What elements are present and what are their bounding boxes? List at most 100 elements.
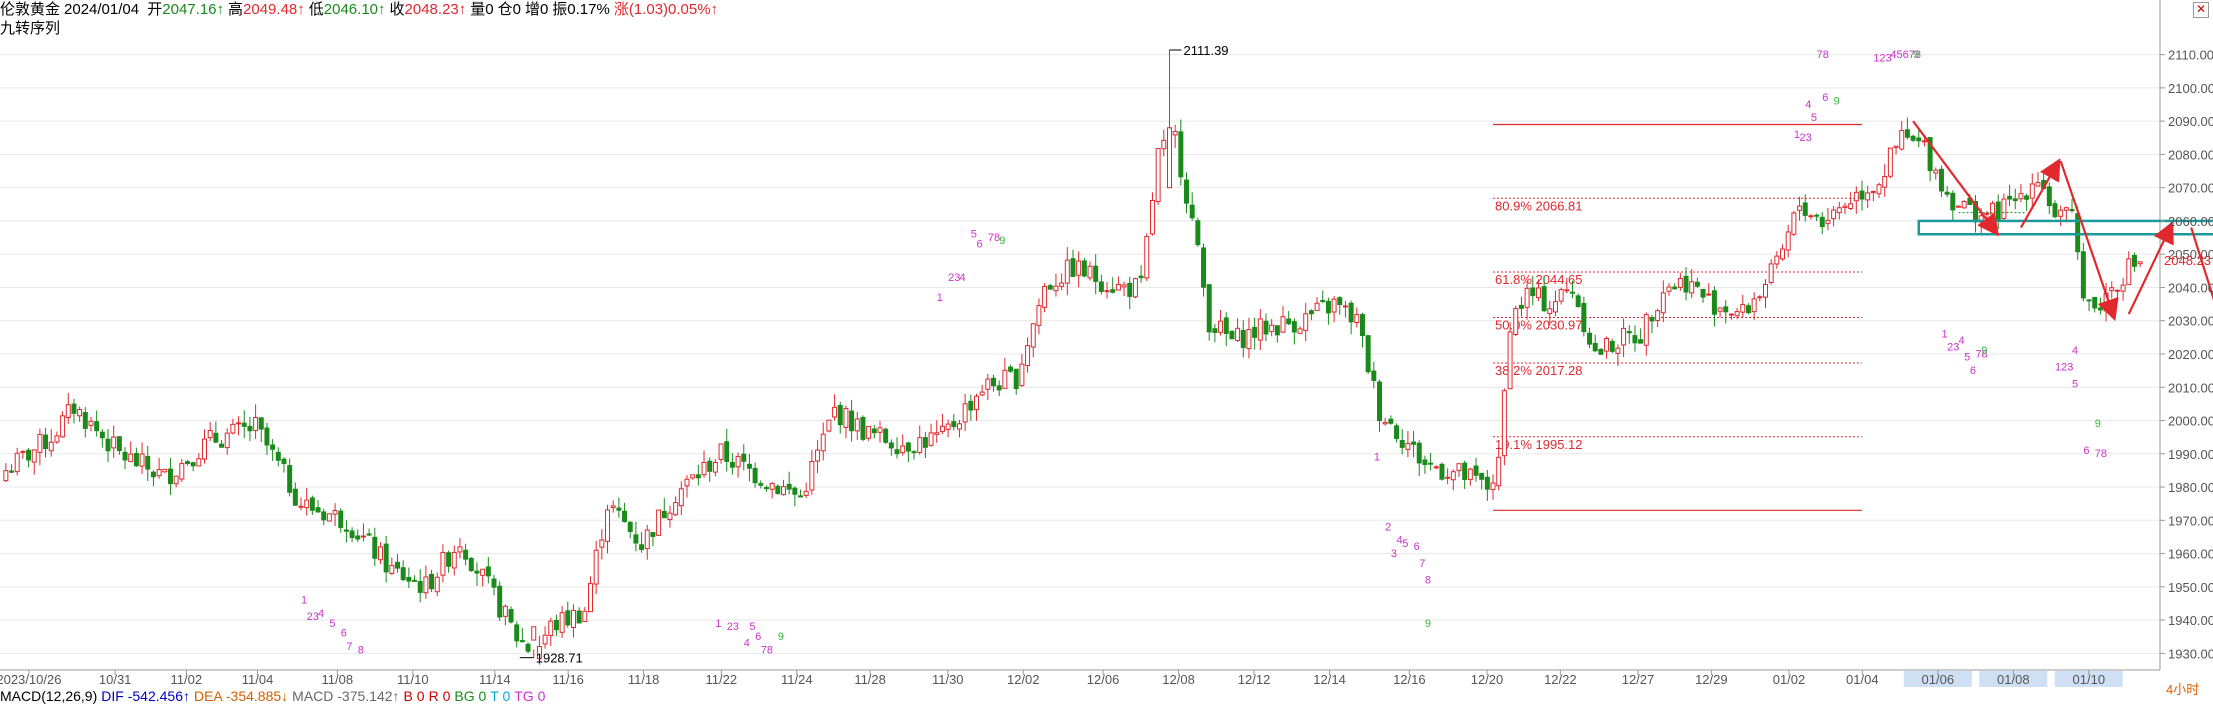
candle-down [616,507,622,511]
candle-up [1132,278,1138,298]
candle-down [1008,366,1014,372]
candle-up [2109,287,2115,292]
candle-up [1956,205,1961,208]
candle-down [417,580,423,593]
candle-down [219,443,225,448]
candle-up [1893,145,1899,148]
candle-up [1933,169,1939,174]
candle-up [974,395,979,411]
candle-down [145,455,151,470]
candle-up [224,432,230,449]
x-tick-label: 11/02 [171,672,203,687]
candle-up [1314,302,1320,312]
sequence-label: 1 [937,292,943,304]
candle-down [633,534,639,544]
candle-up [451,551,457,569]
candle-down [508,609,514,623]
x-tick-label: 12/02 [1007,672,1040,687]
candle-up [1757,296,1763,299]
macd-tg: TG 0 [514,688,546,704]
candle-up [945,423,951,430]
sequence-label: 7 [1419,558,1425,570]
macd-value: MACD -375.142↑ [292,688,400,704]
candle-up [304,499,310,509]
candle-down [213,432,219,443]
sequence-label: 78 [2095,448,2107,460]
fib-level-label: 80.9% 2066.81 [1495,198,1582,213]
candle-down [1910,135,1916,141]
candle-down [275,451,281,461]
candle-up [1257,318,1263,341]
x-tick-label: 11/30 [932,672,964,687]
sequence-label: 5 [1811,112,1817,124]
candle-up [1876,184,1882,195]
candle-down [695,474,701,479]
candle-up [1104,290,1110,293]
candle-up [1059,282,1065,287]
candle-down [1462,462,1468,480]
candle-up [1235,327,1241,341]
macd-r: R 0 [428,688,451,704]
candle-up [423,576,429,594]
candle-up [1547,308,1553,315]
candle-down [1995,201,2001,222]
candle-down [1479,472,1485,480]
candle-up [939,425,945,433]
candle-down [1195,220,1201,246]
candle-down [724,441,730,462]
candle-up [1621,327,1627,346]
x-tick-label: 11/22 [705,672,737,687]
candle-down [1570,291,1575,294]
sequence-label: 4 [1805,99,1811,111]
candle-down [2069,208,2075,212]
candle-down [1609,340,1615,352]
candle-down [1013,368,1019,390]
x-tick-label: 12/06 [1087,672,1120,687]
last-price-label: 2048.23 [2164,253,2211,268]
y-tick-label: 1960.00 [2168,547,2213,562]
macd-dif: DIF -542.456↑ [101,688,190,704]
candle-up [979,391,985,396]
candle-down [94,421,100,432]
sequence-label: 4 [2072,345,2078,357]
candle-down [951,421,957,428]
candle-up [826,419,832,432]
candle-up [559,612,565,633]
sequence-label: 8 [358,644,364,656]
candle-up [599,539,605,548]
candle-down [1944,191,1950,195]
y-tick-label: 2040.00 [2168,280,2213,295]
candle-up [1030,323,1036,348]
candle-down [1592,342,1598,352]
x-tick-label: 11/16 [552,672,584,687]
candle-down [338,510,344,528]
sequence-label: 2 [1385,521,1391,533]
sequence-label: 1 [1941,328,1947,340]
candle-up [985,378,991,390]
candle-up [1025,345,1031,367]
candle-up [588,583,593,613]
candle-down [576,610,582,624]
x-tick-label: 12/08 [1162,672,1195,687]
candle-up [2114,289,2120,292]
sequence-label: 5 [1402,538,1408,550]
candle-up [928,432,934,446]
candle-up [2063,207,2069,211]
x-tick-label: 12/27 [1622,672,1655,687]
candle-down [1745,305,1751,314]
candle-down [746,463,752,469]
candle-up [1853,191,1859,202]
candle-up [1280,316,1286,333]
candle-down [1308,310,1314,315]
candle-down [366,533,372,536]
candle-down [758,483,764,486]
candle-down [968,400,974,411]
candle-down [2092,296,2098,309]
candle-down [1252,326,1258,338]
candle-up [88,420,94,426]
candle-down [1518,304,1524,309]
candle-down [491,578,497,588]
x-tick-label: 12/14 [1313,672,1346,687]
candle-up [1076,260,1082,276]
candle-up [962,403,968,423]
